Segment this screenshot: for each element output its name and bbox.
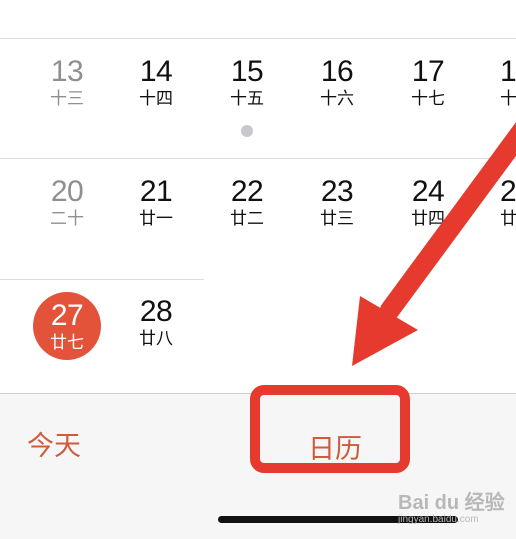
- watermark-logo: Bai du 经验: [398, 492, 505, 514]
- annotation-arrow-icon: [352, 122, 516, 366]
- watermark-url: jingyan.baidu.com: [398, 514, 479, 525]
